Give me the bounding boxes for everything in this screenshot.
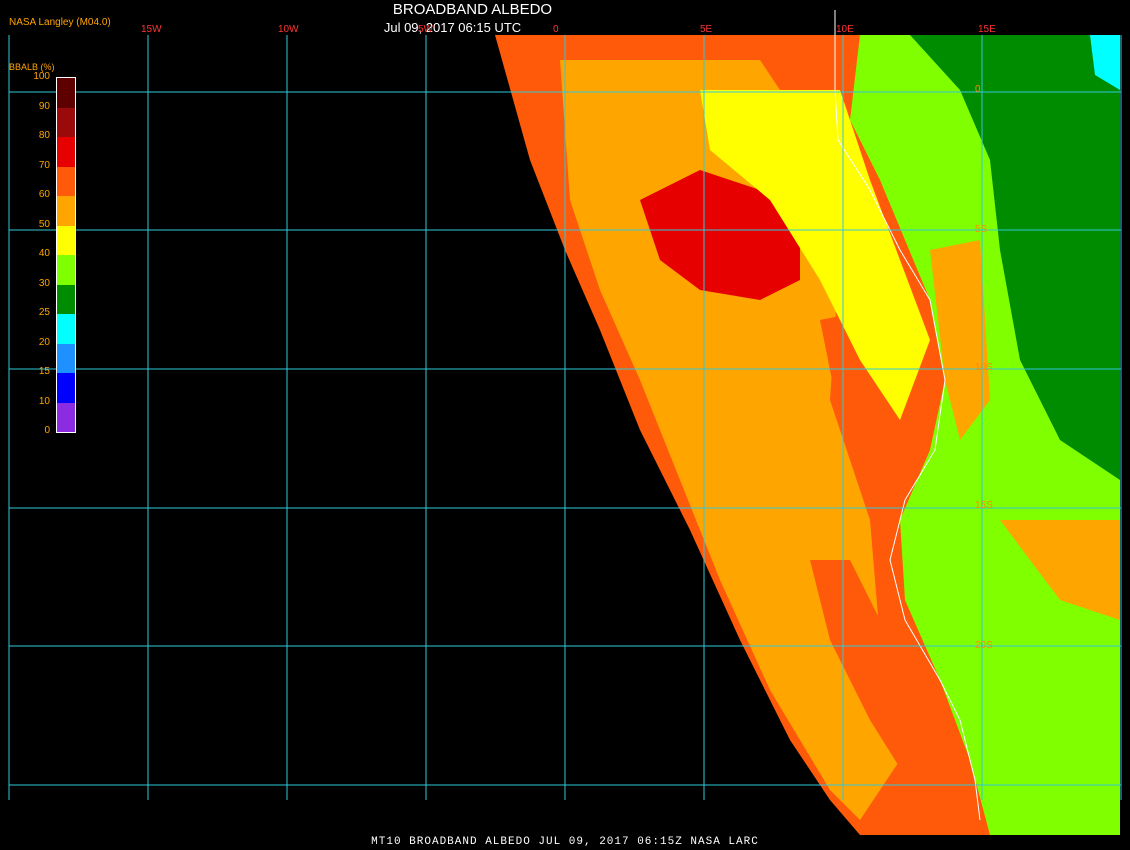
colorbar-segment [57, 196, 75, 226]
colorbar-segment [57, 137, 75, 167]
colorbar-tick-label: 80 [38, 130, 50, 141]
colorbar-tick-label: 40 [38, 248, 50, 259]
latitude-label: 0 [975, 84, 981, 95]
latitude-label: 5S [975, 224, 988, 235]
longitude-label: 10E [836, 24, 854, 35]
colorbar-tick-label: 10 [38, 395, 50, 407]
colorbar-segment [57, 107, 75, 137]
colorbar-tick-label: 15 [38, 366, 50, 377]
map-title: BROADBAND ALBEDO [392, 1, 553, 18]
longitude-label: 0 [553, 24, 559, 35]
latitude-label: 10S [975, 362, 993, 373]
latitude-label: 15S [975, 500, 993, 511]
producer-label: NASA Langley (M04.0) [9, 17, 111, 28]
colorbar-tick-label: 50 [38, 218, 50, 230]
colorbar-frame [56, 77, 76, 433]
latitude-label: 20S [975, 640, 993, 651]
colorbar-tick-label: 60 [38, 189, 50, 200]
map-subtitle: Jul 09, 2017 06:15 UTC [383, 20, 522, 35]
colorbar-segment [57, 373, 75, 403]
longitude-label: 5E [700, 24, 713, 35]
longitude-label: 10W [278, 24, 299, 35]
colorbar-segment [57, 314, 75, 344]
colorbar-segment [57, 284, 75, 314]
colorbar-tick-label: 30 [38, 277, 50, 289]
albedo-map [0, 0, 1130, 850]
colorbar-tick-label: 90 [38, 100, 50, 112]
colorbar-tick-label: 0 [44, 425, 50, 436]
colorbar-segment [57, 343, 75, 373]
colorbar-segment [57, 402, 75, 432]
colorbar-segment [57, 166, 75, 196]
longitude-label: 5W [418, 24, 433, 35]
colorbar-segment [57, 225, 75, 255]
footer-caption: MT10 BROADBAND ALBEDO JUL 09, 2017 06:15… [371, 836, 759, 848]
colorbar-tick-label: 20 [38, 336, 50, 348]
colorbar-tick-label: 100 [33, 71, 50, 82]
longitude-label: 15E [978, 24, 996, 35]
colorbar-tick-label: 25 [38, 307, 50, 318]
longitude-label: 15W [141, 24, 162, 35]
colorbar-segment [57, 255, 75, 285]
colorbar-segment [57, 78, 75, 108]
colorbar-tick-label: 70 [38, 159, 50, 171]
